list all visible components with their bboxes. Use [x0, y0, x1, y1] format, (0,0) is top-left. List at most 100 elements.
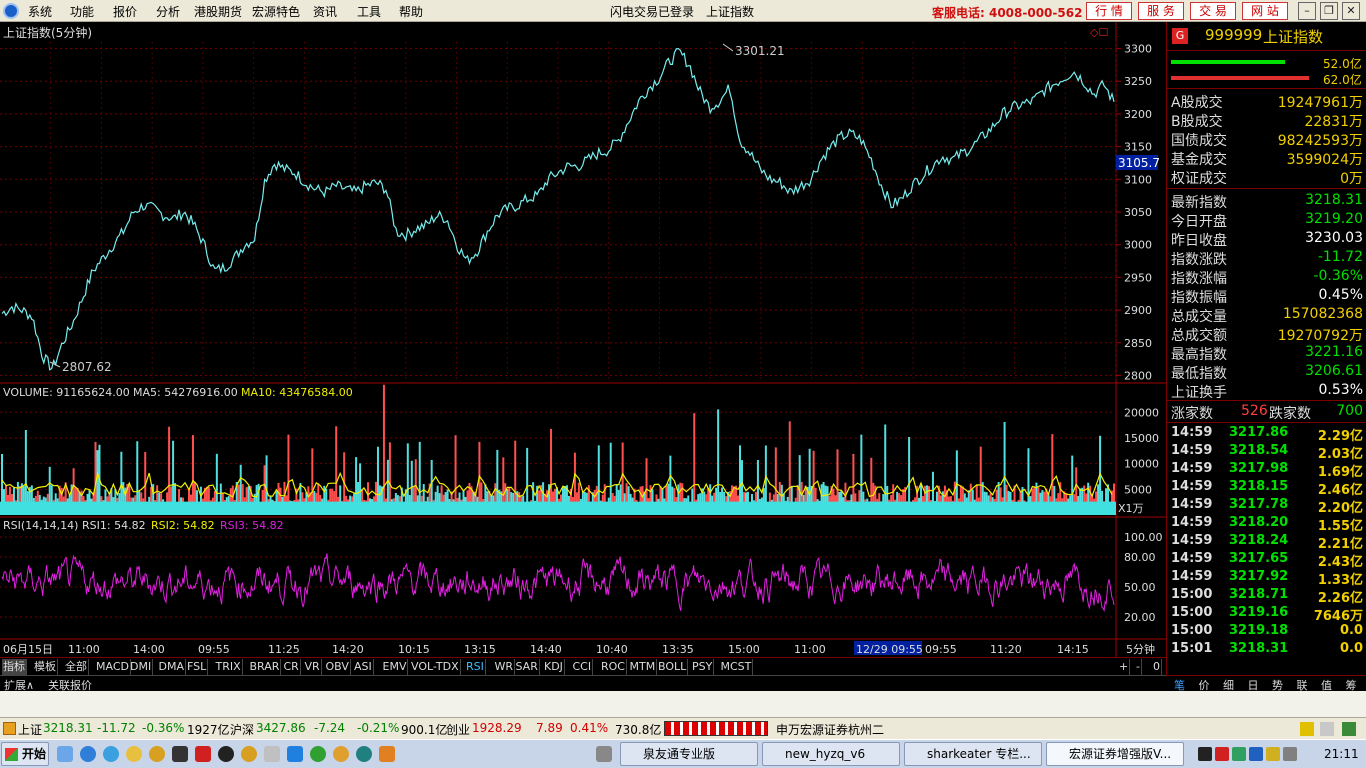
indicator-tab[interactable]: CR — [283, 659, 301, 675]
menu-system[interactable]: 系统 — [28, 3, 52, 20]
nav-button-market[interactable]: 行 情 — [1086, 2, 1132, 20]
sell-bar — [1171, 76, 1309, 80]
indicator-tab[interactable]: MACD — [95, 659, 131, 675]
tick-time: 14:59 — [1171, 515, 1213, 530]
tray-qq-icon[interactable] — [1198, 747, 1212, 761]
tray-red-icon[interactable] — [1215, 747, 1229, 761]
rsi-tick-label: 20.00 — [1124, 611, 1156, 624]
menu-analysis[interactable]: 分析 — [156, 3, 180, 20]
indicator-tab[interactable]: VR — [304, 659, 322, 675]
indicator-tab[interactable]: RSI — [465, 659, 486, 675]
nav-button-service[interactable]: 服 务 — [1138, 2, 1184, 20]
taskbar-window-3[interactable]: sharkeater 专栏... — [904, 742, 1042, 766]
connection-icon[interactable] — [1342, 722, 1356, 736]
indicator-tab[interactable]: OBV — [325, 659, 351, 675]
indicator-tab[interactable]: ASI — [353, 659, 374, 675]
indicator-tab[interactable]: PSY — [691, 659, 715, 675]
indicator-tab[interactable]: SAR — [515, 659, 540, 675]
close-button[interactable]: ✕ — [1342, 2, 1360, 20]
indicator-tab[interactable]: 全部 — [64, 659, 89, 675]
indicator-tab[interactable]: MCST — [720, 659, 754, 675]
nav-button-website[interactable]: 网 站 — [1242, 2, 1288, 20]
tab-control-button[interactable]: 0 — [1152, 659, 1162, 675]
quote-row-value: 0.53% — [1318, 382, 1363, 398]
time-axis-label: 06月15日 — [3, 643, 53, 656]
tick-price: 3219.16 — [1229, 605, 1289, 620]
qq-icon[interactable] — [218, 746, 234, 762]
taskbar-window-1[interactable]: 泉友通专业版 — [620, 742, 758, 766]
terminal-icon[interactable] — [172, 746, 188, 762]
menu-help[interactable]: 帮助 — [399, 3, 423, 20]
minimize-button[interactable]: – — [1298, 2, 1316, 20]
tick-time: 14:59 — [1171, 443, 1213, 458]
indicator-tab[interactable]: CCI — [572, 659, 594, 675]
indicator-tab[interactable]: 指标 — [2, 659, 27, 675]
tray-volume-icon[interactable] — [1283, 747, 1297, 761]
volume-tick-label: 15000 — [1124, 432, 1159, 445]
menu-news[interactable]: 资讯 — [313, 3, 337, 20]
quote-row-value: 22831万 — [1304, 114, 1363, 130]
tick-price: 3218.15 — [1229, 479, 1289, 494]
menu-quote[interactable]: 报价 — [113, 3, 137, 20]
time-axis-label: 11:25 — [268, 643, 300, 656]
signal-icon[interactable] — [1320, 722, 1334, 736]
menu-tools[interactable]: 工具 — [357, 3, 381, 20]
menu-function[interactable]: 功能 — [70, 3, 94, 20]
tick-row: 14:59 3217.92 1.33亿 — [1171, 569, 1363, 588]
indicator-tab[interactable]: ROC — [600, 659, 627, 675]
restore-button[interactable]: ❐ — [1320, 2, 1338, 20]
messenger-icon[interactable] — [149, 746, 165, 762]
nav-button-trade[interactable]: 交 易 — [1190, 2, 1236, 20]
qq2-icon[interactable] — [241, 746, 257, 762]
tick-time: 15:00 — [1171, 623, 1213, 638]
indicator-tab[interactable]: DMA — [158, 659, 186, 675]
app-orange-icon[interactable] — [379, 746, 395, 762]
quote-row: 昨日收盘 3230.03 — [1171, 230, 1363, 249]
indicator-tab[interactable]: BOLL — [657, 659, 689, 675]
menu-hongyuan[interactable]: 宏源特色 — [252, 3, 300, 20]
taskbar-window-4[interactable]: 宏源证券增强版V... — [1046, 742, 1184, 766]
menu-hk-futures[interactable]: 港股期货 — [194, 3, 242, 20]
quote-row-value: 3221.16 — [1305, 344, 1363, 360]
app-teal-icon[interactable] — [356, 746, 372, 762]
alert-icon[interactable] — [1300, 722, 1314, 736]
desktop-icon[interactable] — [57, 746, 73, 762]
indicator-tab[interactable]: 模板 — [33, 659, 58, 675]
quote-row-label: 指数振幅 — [1171, 290, 1227, 306]
green-browser-icon[interactable] — [310, 746, 326, 762]
tick-time: 14:59 — [1171, 461, 1213, 476]
indicator-tab[interactable]: MTM — [629, 659, 658, 675]
tick-price: 3218.20 — [1229, 515, 1289, 530]
detail-tabs: 笔价细日势联值筹 — [1166, 675, 1366, 692]
quote-row-label: 国债成交 — [1171, 133, 1227, 149]
chart-area[interactable]: 3300 3250 3200 3150 3100 3050 3000 2950 2900 2850… — [0, 22, 1166, 657]
tab-control-button[interactable]: + — [1118, 659, 1131, 675]
tab-control-button[interactable]: - — [1135, 659, 1142, 675]
tool-icon[interactable] — [264, 746, 280, 762]
indicator-tab[interactable]: VOL-TDX — [410, 659, 461, 675]
indicator-tab[interactable]: KDJ — [543, 659, 565, 675]
indicator-tab[interactable]: FSL — [186, 659, 209, 675]
indicator-tab[interactable]: EMV — [382, 659, 409, 675]
tray-blue-icon[interactable] — [1249, 747, 1263, 761]
tray-yellow-icon[interactable] — [1266, 747, 1280, 761]
tick-row: 14:59 3218.15 2.46亿 — [1171, 479, 1363, 498]
indicator-tab[interactable]: BRAR — [249, 659, 282, 675]
smiley-icon[interactable] — [126, 746, 142, 762]
tick-row: 15:00 3219.18 0.0 — [1171, 623, 1363, 641]
time-axis-label: 14:15 — [1057, 643, 1089, 656]
volume-header: VOLUME: 91165624.00 — [3, 386, 130, 399]
taskbar-window-2[interactable]: new_hyzq_v6 — [762, 742, 900, 766]
tray-green-icon[interactable] — [1232, 747, 1246, 761]
browser-icon[interactable] — [103, 746, 119, 762]
menu-bar: 系统 功能 报价 分析 港股期货 宏源特色 资讯 工具 帮助 闪电交易已登录 上… — [0, 0, 1366, 22]
tool2-icon[interactable] — [287, 746, 303, 762]
tick-price: 3219.18 — [1229, 623, 1289, 638]
keyboard-icon[interactable] — [596, 746, 612, 762]
indicator-tab[interactable]: TRIX — [215, 659, 243, 675]
app-red-icon[interactable] — [195, 746, 211, 762]
ie-icon[interactable] — [80, 746, 96, 762]
chrome-icon[interactable] — [333, 746, 349, 762]
indicator-tab[interactable]: DMI — [129, 659, 154, 675]
indicator-tab[interactable]: WR — [494, 659, 516, 675]
